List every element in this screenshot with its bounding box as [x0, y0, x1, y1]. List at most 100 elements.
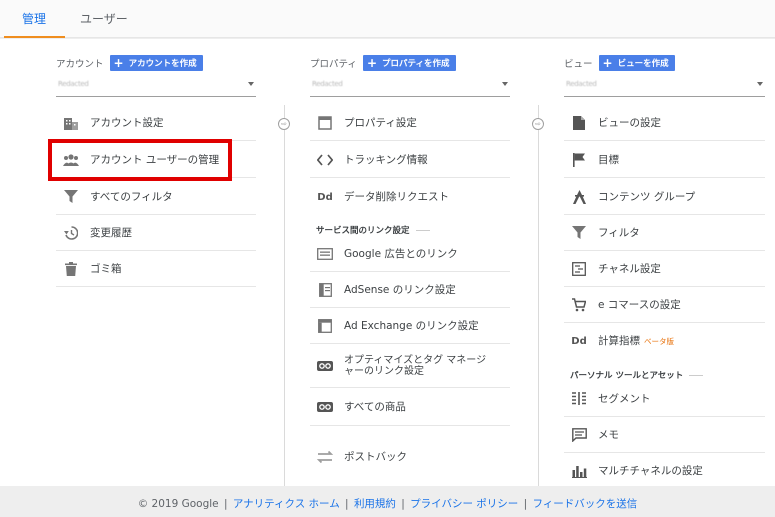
history-icon	[62, 224, 80, 242]
property-column: プロパティ + プロパティを作成 Redacted プロパティ設定 トラッキング…	[310, 39, 510, 486]
trash-item[interactable]: ゴミ箱	[56, 251, 256, 287]
account-selector-value: Redacted	[58, 80, 89, 88]
account-settings-label: アカウント設定	[90, 116, 164, 129]
segment-icon	[570, 390, 588, 408]
link-icon	[316, 357, 334, 375]
multichannel-settings-label: マルチチャネルの設定	[598, 465, 703, 477]
segments-label: セグメント	[598, 392, 651, 405]
memo-label: メモ	[598, 428, 619, 441]
person-walk-icon	[570, 188, 588, 206]
all-products-item[interactable]: すべての商品	[310, 388, 510, 426]
code-icon	[316, 151, 334, 169]
building-icon	[62, 114, 80, 132]
plus-icon: +	[366, 56, 377, 70]
view-filter-label: フィルタ	[598, 226, 640, 239]
channel-settings-label: チャネル設定	[598, 262, 661, 275]
property-settings-item[interactable]: プロパティ設定	[310, 105, 510, 141]
all-filters-item[interactable]: すべてのフィルタ	[56, 179, 256, 215]
calculated-metrics-label: 計算指標	[598, 335, 640, 347]
comment-icon	[570, 426, 588, 444]
postback-icon	[316, 448, 334, 466]
column-divider-2	[538, 105, 539, 486]
multichannel-settings-item[interactable]: マルチチャネルの設定	[564, 453, 765, 489]
top-tab-bar: 管理 ユーザー	[0, 0, 775, 38]
create-view-button[interactable]: + ビューを作成	[598, 55, 675, 71]
ads-icon	[316, 245, 334, 263]
content-grouping-item[interactable]: コンテンツ グループ	[564, 179, 765, 215]
adsense-link-item[interactable]: AdSense のリンク設定	[310, 272, 510, 308]
segments-item[interactable]: セグメント	[564, 381, 765, 417]
calculated-metrics-item[interactable]: Dd 計算指標 ベータ版	[564, 323, 765, 359]
change-history-item[interactable]: 変更履歴	[56, 215, 256, 251]
trash-label: ゴミ箱	[90, 262, 122, 275]
google-ads-link-label: Google 広告とのリンク	[344, 247, 458, 260]
trash-icon	[62, 260, 80, 278]
account-column-label: アカウント	[56, 59, 104, 70]
data-deletion-item[interactable]: Dd データ削除リクエスト	[310, 179, 510, 215]
highlight-box	[48, 139, 232, 181]
all-filters-label: すべてのフィルタ	[90, 190, 173, 203]
property-settings-label: プロパティ設定	[344, 116, 417, 129]
link-icon	[316, 398, 334, 416]
create-account-label: アカウントを作成	[128, 59, 197, 69]
property-selector-value: Redacted	[312, 80, 343, 88]
property-header: プロパティ + プロパティを作成	[310, 55, 456, 71]
terms-link[interactable]: 利用規約	[354, 498, 396, 510]
privacy-policy-link[interactable]: プライバシー ポリシー	[410, 498, 518, 510]
cart-icon	[570, 296, 588, 314]
analytics-home-link[interactable]: アナリティクス ホーム	[233, 498, 340, 510]
content-grouping-label: コンテンツ グループ	[598, 190, 696, 203]
postback-item[interactable]: ポストバック	[310, 439, 510, 475]
caret-down-icon	[757, 82, 763, 86]
all-products-label: すべての商品	[344, 400, 406, 413]
memo-item[interactable]: メモ	[564, 417, 765, 453]
account-selector[interactable]: Redacted	[56, 77, 256, 97]
channel-icon	[570, 260, 588, 278]
goals-label: 目標	[598, 153, 619, 166]
dd-icon: Dd	[571, 335, 587, 347]
caret-down-icon	[502, 82, 508, 86]
send-feedback-link[interactable]: フィードバックを送信	[533, 498, 638, 510]
account-column: アカウント + アカウントを作成 Redacted アカウント設定 アカウント …	[56, 39, 256, 486]
flag-icon	[570, 151, 588, 169]
dd-icon: Dd	[317, 191, 333, 203]
ecommerce-settings-item[interactable]: e コマースの設定	[564, 287, 765, 323]
property-column-label: プロパティ	[310, 59, 357, 70]
view-header: ビュー + ビューを作成	[564, 55, 675, 71]
create-property-button[interactable]: + プロパティを作成	[362, 55, 456, 71]
tab-user[interactable]: ユーザー	[80, 0, 128, 38]
adsense-link-label: AdSense のリンク設定	[344, 283, 456, 296]
create-view-label: ビューを作成	[617, 59, 669, 69]
view-column-label: ビュー	[564, 59, 593, 70]
tracking-info-item[interactable]: トラッキング情報	[310, 142, 510, 178]
tab-admin[interactable]: 管理	[3, 0, 66, 38]
adexchange-link-label: Ad Exchange のリンク設定	[344, 319, 479, 332]
create-account-button[interactable]: + アカウントを作成	[109, 55, 203, 71]
document-icon	[570, 114, 588, 132]
personal-tools-section-title: パーソナル ツールとアセット	[570, 369, 703, 381]
goals-item[interactable]: 目標	[564, 142, 765, 178]
view-selector[interactable]: Redacted	[564, 77, 765, 97]
optimize-tagmanager-link-item[interactable]: オプティマイズとタグ マネージャーのリンク設定	[310, 344, 510, 388]
google-ads-link-item[interactable]: Google 広告とのリンク	[310, 236, 510, 272]
arrow-right-icon: ⇨	[278, 118, 290, 130]
view-selector-value: Redacted	[566, 80, 597, 88]
column-divider-1	[284, 105, 285, 486]
adexchange-link-item[interactable]: Ad Exchange のリンク設定	[310, 308, 510, 344]
adexchange-icon	[316, 317, 334, 335]
ecommerce-settings-label: e コマースの設定	[598, 298, 681, 311]
property-selector[interactable]: Redacted	[310, 77, 510, 97]
account-header: アカウント + アカウントを作成	[56, 55, 203, 71]
plus-icon: +	[602, 56, 613, 70]
view-settings-item[interactable]: ビューの設定	[564, 105, 765, 141]
footer: © 2019 Google | アナリティクス ホーム | 利用規約 | プライ…	[137, 498, 638, 510]
copyright-text: © 2019 Google	[137, 498, 219, 510]
channel-settings-item[interactable]: チャネル設定	[564, 251, 765, 287]
change-history-label: 変更履歴	[90, 226, 132, 239]
caret-down-icon	[248, 82, 254, 86]
account-settings-item[interactable]: アカウント設定	[56, 105, 256, 141]
view-filter-item[interactable]: フィルタ	[564, 215, 765, 251]
data-deletion-label: データ削除リクエスト	[344, 191, 449, 203]
service-link-section-title: サービス間のリンク設定	[316, 224, 430, 236]
window-icon	[316, 114, 334, 132]
